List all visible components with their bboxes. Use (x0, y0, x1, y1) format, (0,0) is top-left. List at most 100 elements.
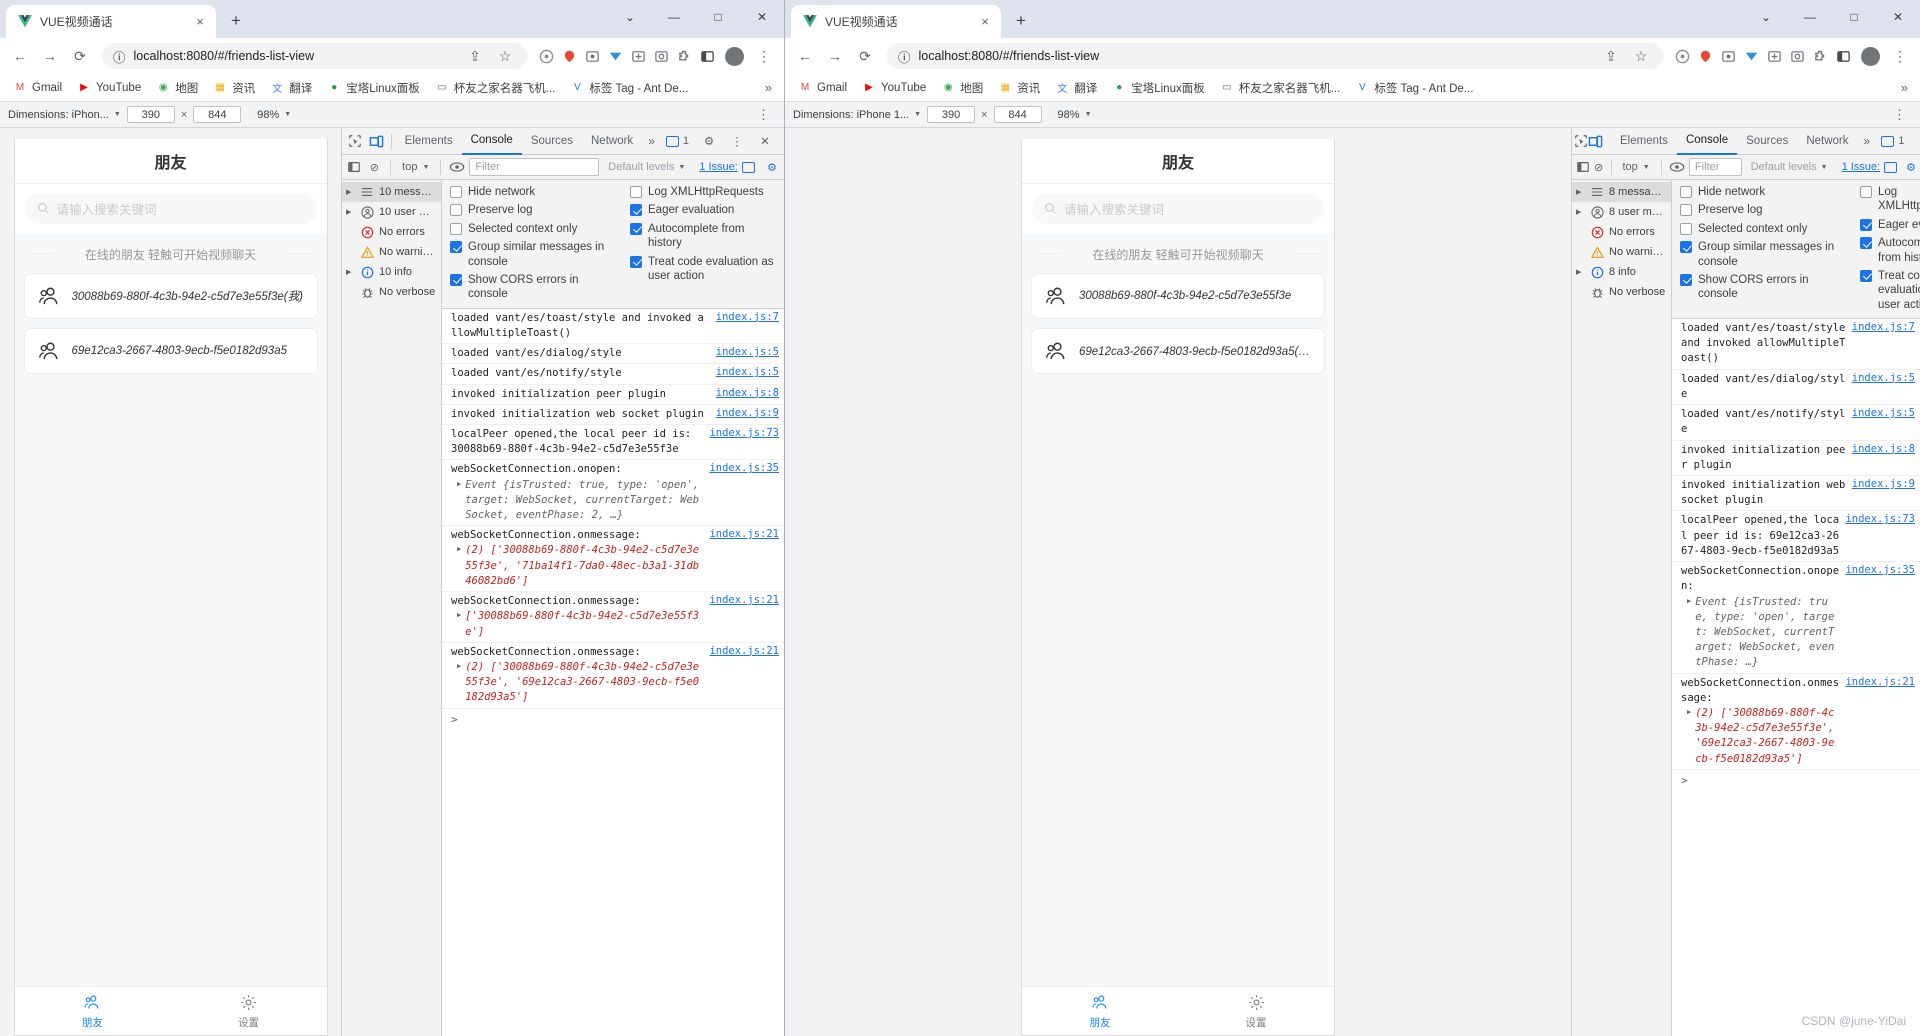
sidebar-item-errors[interactable]: No errors (1572, 222, 1671, 242)
forward-icon[interactable]: → (36, 42, 64, 70)
checkbox[interactable] (450, 222, 462, 235)
extension-icon-5[interactable] (1763, 45, 1785, 67)
setting-selected-context-only[interactable]: Selected context only (1680, 222, 1848, 236)
setting-preserve-log[interactable]: Preserve log (1680, 203, 1848, 217)
checkbox[interactable] (1860, 237, 1872, 250)
site-info-icon[interactable]: ⓘ (113, 47, 126, 66)
extension-icon-3[interactable] (581, 45, 603, 67)
bookmark-star-icon[interactable]: ☆ (1627, 42, 1655, 70)
back-icon[interactable]: ← (6, 42, 34, 70)
checkbox[interactable] (1860, 269, 1872, 282)
log-source-link[interactable]: index.js:7 (716, 311, 779, 323)
extension-icon-6[interactable] (1786, 45, 1808, 67)
extensions-puzzle-icon[interactable] (1809, 45, 1831, 67)
chevron-right-icon[interactable]: ▶ (346, 188, 355, 196)
expand-triangle-icon[interactable]: ▶ (457, 609, 461, 639)
log-source-link[interactable]: index.js:73 (1845, 513, 1915, 525)
tab-network[interactable]: Network (1797, 128, 1857, 155)
extension-icon-1[interactable] (535, 45, 557, 67)
setting-treat-code-eval[interactable]: Treat code evaluation as user action (630, 255, 776, 284)
extension-icon-1[interactable] (1671, 45, 1693, 67)
reload-icon[interactable]: ⟳ (66, 42, 94, 70)
log-source-link[interactable]: index.js:5 (716, 346, 779, 358)
log-source-link[interactable]: index.js:73 (709, 427, 779, 439)
tab-elements[interactable]: Elements (396, 128, 462, 155)
tab-console[interactable]: Console (461, 128, 522, 155)
device-zoom-select[interactable]: 98% ▼ (1058, 109, 1092, 121)
log-array-preview[interactable]: ▶ (2) ['30088b69-880f-4c3b-94e2-c5d7e3e55… (451, 543, 703, 589)
console-log-row[interactable]: loaded vant/es/toast/style and invoked a… (442, 309, 784, 345)
log-source-link[interactable]: index.js:21 (709, 645, 779, 657)
log-source-link[interactable]: index.js:8 (716, 387, 779, 399)
extension-icon-2[interactable] (558, 45, 580, 67)
console-log-row[interactable]: loaded vant/es/dialog/style index.js:5 (442, 344, 784, 365)
sidebar-item-messages[interactable]: ▶ 8 messages (1572, 182, 1671, 202)
device-width-input[interactable]: 390 (927, 106, 976, 123)
checkbox[interactable] (630, 186, 642, 198)
inspect-element-icon[interactable] (1574, 130, 1588, 152)
close-tab-icon[interactable]: × (192, 14, 208, 30)
log-source-link[interactable]: index.js:5 (716, 366, 779, 378)
setting-group-similar[interactable]: Group similar messages in console (450, 240, 618, 269)
checkbox[interactable] (450, 186, 462, 198)
close-tab-icon[interactable]: × (977, 14, 993, 30)
log-source-link[interactable]: index.js:9 (1852, 478, 1915, 490)
issues-badge[interactable]: 1 (1876, 135, 1909, 147)
tabbar-item-settings[interactable]: 设置 (1178, 993, 1334, 1030)
checkbox[interactable] (1680, 273, 1692, 286)
more-tabs-icon[interactable]: » (642, 134, 661, 148)
setting-eager-evaluation[interactable]: Eager evaluation (630, 203, 776, 217)
minimize-button[interactable]: — (1788, 0, 1832, 34)
log-source-link[interactable]: index.js:5 (1852, 407, 1915, 419)
extension-icon-6[interactable] (650, 45, 672, 67)
console-log-row[interactable]: invoked initialization web socket plugin… (442, 405, 784, 425)
console-log-row[interactable]: invoked initialization web socket plugin… (1672, 476, 1920, 512)
toggle-device-toolbar-icon[interactable] (365, 130, 386, 152)
console-sidebar-toggle-icon[interactable] (346, 157, 362, 177)
toggle-device-toolbar-icon[interactable] (1588, 130, 1603, 152)
profile-avatar[interactable] (720, 42, 748, 70)
setting-preserve-log[interactable]: Preserve log (450, 203, 618, 217)
device-height-input[interactable]: 844 (193, 106, 242, 123)
checkbox[interactable] (1680, 222, 1692, 235)
tab-search-icon[interactable]: ⌄ (1744, 0, 1788, 34)
bookmark-item[interactable]: 文翻译 (1048, 77, 1104, 99)
bookmarks-overflow-icon[interactable]: » (759, 78, 778, 97)
maximize-button[interactable]: □ (696, 0, 740, 34)
log-levels-select[interactable]: Default levels ▼ (603, 161, 690, 173)
issues-badge[interactable]: 1 (661, 135, 694, 147)
device-dimensions-select[interactable]: Dimensions: iPhone 1... ▼ (793, 109, 921, 121)
bookmark-item[interactable]: ▦ 资讯 (206, 77, 262, 99)
device-height-input[interactable]: 844 (993, 106, 1042, 123)
tab-search-icon[interactable]: ⌄ (608, 0, 652, 34)
device-width-input[interactable]: 390 (126, 106, 175, 123)
live-expression-icon[interactable] (1669, 157, 1685, 177)
bookmark-item[interactable]: 文翻译 (263, 77, 319, 99)
extension-icon-3[interactable] (1717, 45, 1739, 67)
setting-treat-code-eval[interactable]: Treat code evaluation as user action (1860, 269, 1920, 312)
console-filter-input[interactable]: Filter (469, 158, 600, 176)
checkbox[interactable] (1680, 204, 1692, 217)
bookmark-item[interactable]: ◉ 地图 (149, 77, 205, 99)
console-sidebar-toggle-icon[interactable] (1576, 157, 1590, 177)
close-window-button[interactable]: ✕ (1876, 0, 1920, 34)
bookmark-star-icon[interactable]: ☆ (491, 42, 519, 70)
live-expression-icon[interactable] (449, 157, 465, 177)
devtools-close-icon[interactable]: ✕ (752, 130, 778, 152)
browser-menu-icon[interactable]: ⋮ (750, 42, 778, 70)
log-source-link[interactable]: index.js:5 (1852, 372, 1915, 384)
friend-list-item[interactable]: 69e12ca3-2667-4803-9ecb-f5e0182d93a5(我) (1031, 328, 1325, 374)
clear-console-icon[interactable]: ⊘ (366, 157, 382, 177)
console-log-row[interactable]: webSocketConnection.onmessage: ▶ ['30088b… (442, 592, 784, 643)
device-zoom-select[interactable]: 98% ▼ (257, 109, 291, 121)
extension-icon-4[interactable] (1740, 45, 1762, 67)
tabbar-item-friends[interactable]: 朋友 (15, 993, 171, 1030)
console-filter-input[interactable]: Filter (1688, 158, 1742, 176)
search-input[interactable]: 请输入搜索关键词 (24, 193, 317, 224)
clear-console-icon[interactable]: ⊘ (1594, 157, 1603, 177)
sidebar-item-user-messages[interactable]: ▶ 10 user me... (342, 202, 441, 222)
bookmark-item[interactable]: ▶ YouTube (855, 78, 933, 98)
console-log-list-left[interactable]: loaded vant/es/toast/style and invoked a… (442, 308, 784, 1036)
chevron-right-icon[interactable]: ▶ (346, 208, 355, 216)
console-log-row[interactable]: webSocketConnection.onopen: ▶ Event {isTr… (1672, 562, 1920, 674)
